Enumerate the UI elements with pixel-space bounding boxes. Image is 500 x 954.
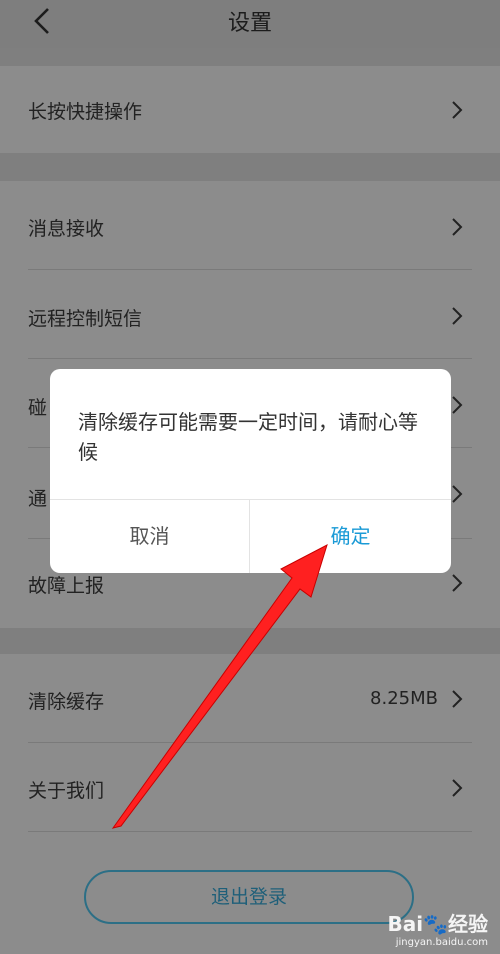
- section-gap: [0, 628, 500, 654]
- row-label: 消息接收: [28, 218, 105, 240]
- chevron-right-icon: [452, 779, 463, 797]
- settings-row-long-press[interactable]: 长按快捷操作: [0, 66, 500, 153]
- chevron-right-icon: [452, 101, 463, 119]
- row-label: 关于我们: [28, 780, 105, 802]
- watermark-text: Bai🐾经验: [387, 912, 489, 936]
- divider: [28, 831, 472, 832]
- chevron-right-icon: [452, 396, 463, 414]
- settings-row-about[interactable]: 关于我们: [0, 743, 500, 831]
- row-label: 故障上报: [28, 575, 105, 597]
- watermark-logo: Bai🐾经验 jingyan.baidu.com: [388, 908, 489, 948]
- section-gap: [0, 48, 500, 66]
- section-gap: [0, 153, 500, 181]
- settings-row-message[interactable]: 消息接收: [0, 181, 500, 269]
- cancel-button[interactable]: 取消: [50, 500, 249, 573]
- dialog-message: 清除缓存可能需要一定时间，请耐心等候: [78, 410, 418, 464]
- watermark-url: jingyan.baidu.com: [395, 937, 488, 948]
- chevron-right-icon: [452, 485, 463, 503]
- row-label: 清除缓存: [28, 691, 105, 713]
- chevron-right-icon: [452, 690, 463, 708]
- row-label: 长按快捷操作: [28, 101, 143, 123]
- row-label: 碰: [28, 397, 48, 419]
- settings-row-clear-cache[interactable]: 清除缓存 8.25MB: [0, 654, 500, 742]
- confirm-button[interactable]: 确定: [250, 500, 451, 573]
- chevron-right-icon: [452, 218, 463, 236]
- cache-size-value: 8.25MB: [370, 688, 438, 709]
- settings-row-remote-sms[interactable]: 远程控制短信: [0, 270, 500, 358]
- row-label: 通: [28, 488, 48, 510]
- chevron-right-icon: [452, 307, 463, 325]
- row-label: 远程控制短信: [28, 308, 143, 330]
- confirm-dialog: 清除缓存可能需要一定时间，请耐心等候 取消 确定: [50, 369, 451, 573]
- page-title: 设置: [227, 11, 272, 36]
- logout-button[interactable]: 退出登录: [84, 870, 414, 924]
- chevron-right-icon: [452, 574, 463, 592]
- header-bar: 设置: [0, 0, 500, 48]
